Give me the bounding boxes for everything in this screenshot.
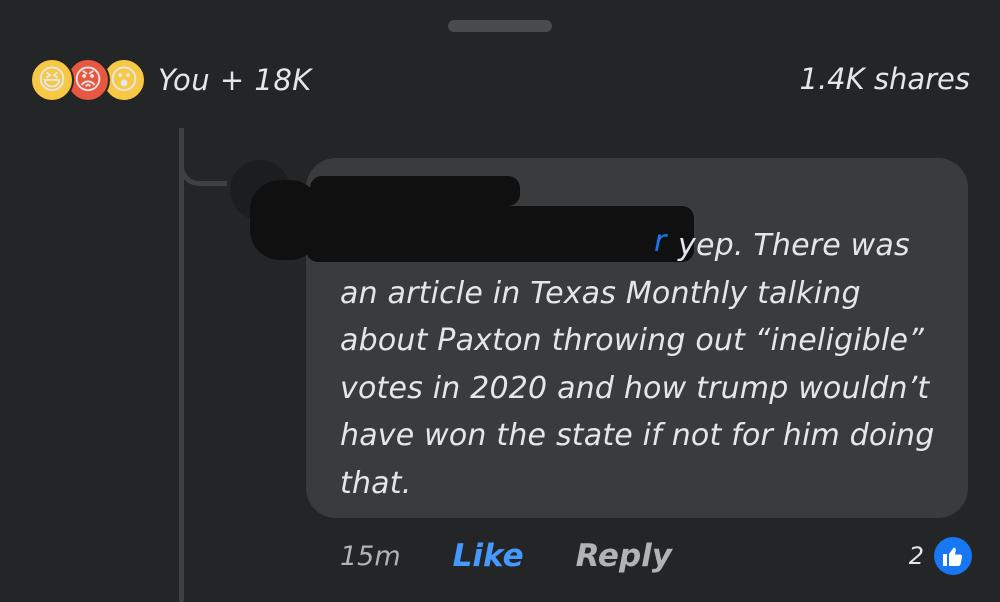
- comment-thread-screen: 😆 😡 😮 You + 18K 1.4K shares r yep. There…: [0, 0, 1000, 602]
- like-button[interactable]: Like: [453, 538, 524, 574]
- comment-timestamp: 15m: [340, 540, 401, 572]
- comment-text: yep. There was an article in Texas Month…: [340, 228, 935, 501]
- sheet-drag-handle[interactable]: [448, 20, 552, 32]
- comment-actions: 15m Like Reply 2: [340, 534, 972, 578]
- like-count-value: 2: [908, 542, 924, 570]
- haha-reaction-icon: 😆: [30, 58, 74, 102]
- reactors-count[interactable]: You + 18K: [158, 63, 312, 97]
- reactions-summary[interactable]: 😆 😡 😮 You + 18K: [30, 58, 312, 102]
- thread-connector: [179, 128, 227, 186]
- redaction-mark: [310, 176, 520, 206]
- shares-count[interactable]: 1.4K shares: [800, 62, 971, 96]
- comment-like-count[interactable]: 2: [909, 537, 972, 575]
- thread-line: [179, 128, 184, 602]
- reply-button[interactable]: Reply: [576, 538, 672, 574]
- thumbs-up-icon: [934, 537, 972, 575]
